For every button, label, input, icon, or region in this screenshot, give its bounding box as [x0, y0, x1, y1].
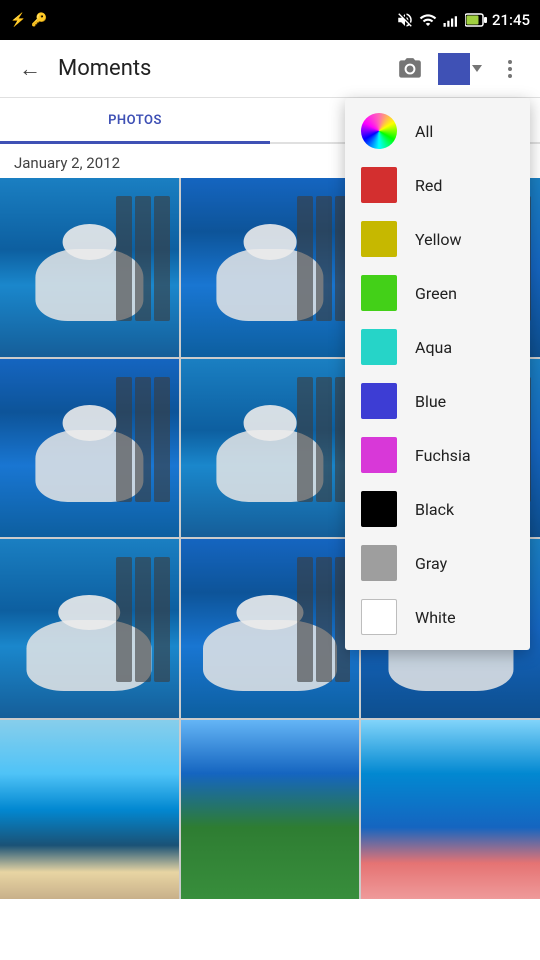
photo-cell[interactable] — [0, 539, 179, 718]
color-item-gray[interactable]: Gray — [345, 536, 530, 590]
toolbar: ← Moments — [0, 40, 540, 98]
chevron-down-icon — [472, 65, 482, 72]
color-label-green: Green — [415, 284, 457, 303]
more-options-button[interactable] — [492, 51, 528, 87]
page-title: Moments — [58, 56, 382, 81]
color-dot-white — [361, 599, 397, 635]
camera-button[interactable] — [392, 51, 428, 87]
color-dot-aqua — [361, 329, 397, 365]
photo-cell[interactable] — [181, 720, 360, 899]
color-label-blue: Blue — [415, 392, 446, 411]
color-dot-yellow — [361, 221, 397, 257]
color-item-all[interactable]: All — [345, 104, 530, 158]
color-item-white[interactable]: White — [345, 590, 530, 644]
signal-icon — [442, 11, 460, 29]
back-button[interactable]: ← — [12, 51, 48, 87]
usb-icon: ⚡ — [10, 13, 26, 28]
color-label-yellow: Yellow — [415, 230, 462, 249]
color-dot-gray — [361, 545, 397, 581]
photo-cell[interactable] — [0, 720, 179, 899]
color-label-black: Black — [415, 500, 454, 519]
color-dot-blue — [361, 383, 397, 419]
more-vert-icon — [498, 57, 522, 81]
color-label-fuchsia: Fuchsia — [415, 446, 471, 465]
color-dot-all — [361, 113, 397, 149]
color-item-red[interactable]: Red — [345, 158, 530, 212]
color-dot-red — [361, 167, 397, 203]
color-label-red: Red — [415, 176, 442, 195]
color-item-green[interactable]: Green — [345, 266, 530, 320]
camera-icon — [397, 56, 423, 82]
time-display: 21:45 — [492, 11, 530, 29]
photo-cell[interactable] — [0, 178, 179, 357]
tab-photos[interactable]: PHOTOS — [0, 98, 270, 142]
color-swatch — [438, 53, 470, 85]
status-bar: ⚡ 🔑 21:45 — [0, 0, 540, 40]
color-dot-green — [361, 275, 397, 311]
color-dropdown: All Red Yellow Green Aqua Blue Fuchsia Black Gra… — [345, 98, 530, 650]
color-item-fuchsia[interactable]: Fuchsia — [345, 428, 530, 482]
photo-cell[interactable] — [181, 178, 360, 357]
key-icon: 🔑 — [31, 13, 47, 28]
color-label-all: All — [415, 122, 433, 141]
battery-icon — [465, 13, 487, 27]
color-dot-black — [361, 491, 397, 527]
color-item-blue[interactable]: Blue — [345, 374, 530, 428]
mute-icon — [396, 11, 414, 29]
color-label-white: White — [415, 608, 456, 627]
status-right-icons: 21:45 — [396, 11, 530, 29]
status-left-icons: ⚡ 🔑 — [10, 13, 47, 28]
photo-cell[interactable] — [181, 539, 360, 718]
color-label-aqua: Aqua — [415, 338, 452, 357]
color-item-aqua[interactable]: Aqua — [345, 320, 530, 374]
color-label-gray: Gray — [415, 554, 447, 573]
color-item-black[interactable]: Black — [345, 482, 530, 536]
photo-cell[interactable] — [361, 720, 540, 899]
color-dot-fuchsia — [361, 437, 397, 473]
color-filter-button[interactable] — [438, 53, 482, 85]
color-item-yellow[interactable]: Yellow — [345, 212, 530, 266]
photo-cell[interactable] — [181, 359, 360, 538]
photo-cell[interactable] — [0, 359, 179, 538]
wifi-icon — [419, 11, 437, 29]
